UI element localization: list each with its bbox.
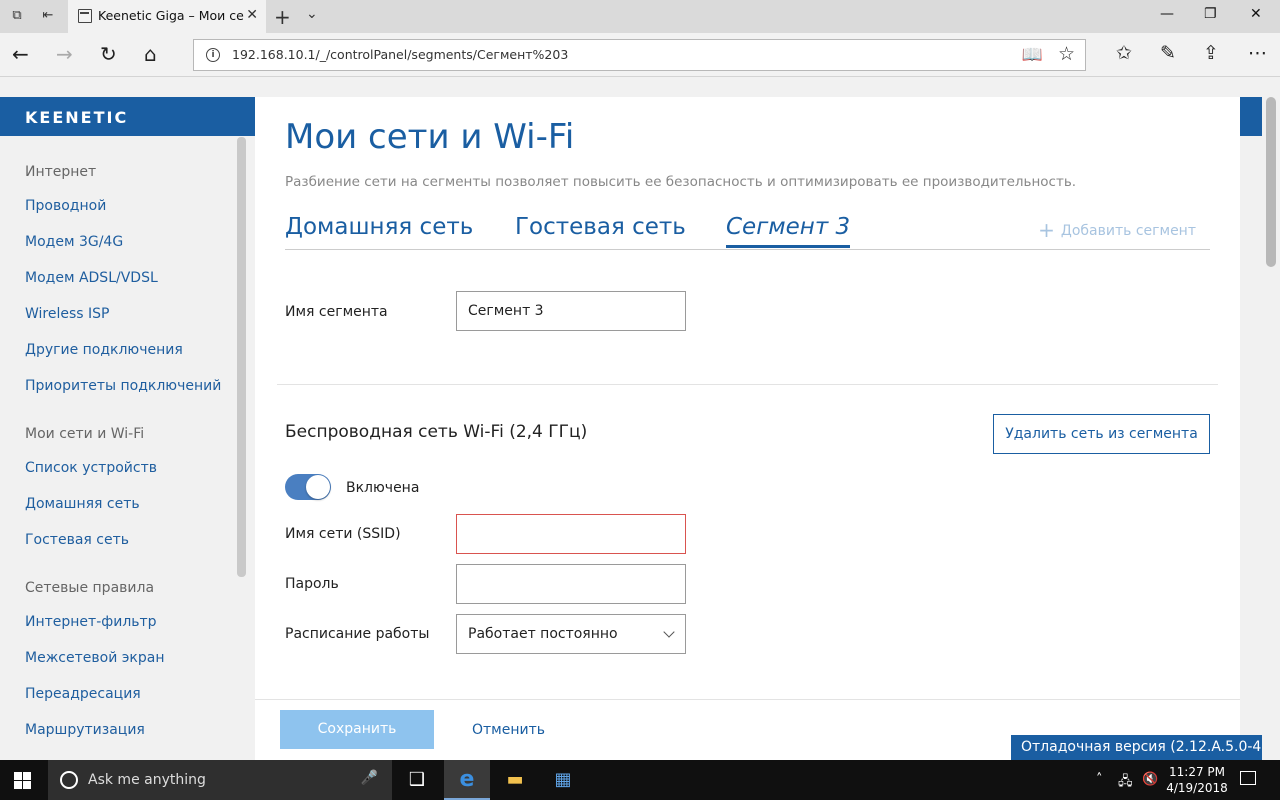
cortana-icon — [60, 771, 78, 789]
browser-tab[interactable]: Keenetic Giga – Мои се ✕ — [68, 0, 266, 33]
app-icon[interactable]: ▦ — [540, 760, 586, 800]
password-input[interactable] — [456, 564, 686, 604]
clock-date: 4/19/2018 — [1166, 781, 1228, 795]
toggle-knob — [306, 475, 330, 499]
tab-preview-chevron-icon[interactable]: ⌄ — [306, 6, 318, 22]
sidebar-item-connection-priorities[interactable]: Приоритеты подключений — [25, 378, 221, 394]
reading-view-icon[interactable]: 📖 — [1022, 45, 1043, 65]
segment-name-label: Имя сегмента — [285, 304, 388, 320]
network-icon[interactable]: 🖧 — [1118, 772, 1133, 794]
sidebar-item-wireless-isp[interactable]: Wireless ISP — [25, 306, 110, 322]
tab-aside-icon[interactable]: ⇤ — [40, 8, 56, 24]
sidebar-item-device-list[interactable]: Список устройств — [25, 460, 157, 476]
save-button[interactable]: Сохранить — [280, 710, 434, 749]
segment-tabs: Домашняя сеть Гостевая сеть Сегмент 3 + Д… — [285, 212, 1210, 250]
taskbar-clock[interactable]: 11:27 PM 4/19/2018 — [1162, 764, 1232, 796]
remove-network-button[interactable]: Удалить сеть из сегмента — [993, 414, 1210, 454]
wifi-enable-toggle[interactable] — [285, 474, 331, 500]
site-info-icon[interactable]: i — [206, 48, 220, 62]
page-favicon-icon — [78, 9, 92, 23]
tray-chevron-up-icon[interactable]: ˄ — [1096, 772, 1103, 787]
sidebar-section-my-networks: Мои сети и Wi-Fi — [25, 426, 145, 442]
restore-icon[interactable]: ❐ — [1204, 6, 1217, 22]
schedule-select-value: Работает постоянно — [468, 626, 618, 642]
sidebar-item-firewall[interactable]: Межсетевой экран — [25, 650, 165, 666]
browser-tab-bar: ⧉ ⇤ Keenetic Giga – Мои се ✕ + ⌄ — ❐ ✕ — [0, 0, 1280, 33]
sidebar-item-modem-adsl[interactable]: Модем ADSL/VDSL — [25, 270, 158, 286]
new-tab-icon[interactable]: + — [274, 5, 291, 29]
ssid-label: Имя сети (SSID) — [285, 526, 401, 542]
sidebar-item-routing[interactable]: Маршрутизация — [25, 722, 145, 738]
sidebar-item-wired[interactable]: Проводной — [25, 198, 106, 214]
content-panel: Мои сети и Wi-Fi Разбиение сети на сегме… — [255, 97, 1240, 760]
tab-close-icon[interactable]: ✕ — [246, 7, 258, 23]
sidebar-item-home-network[interactable]: Домашняя сеть — [25, 496, 140, 512]
router-web-page: KEENETIC Интернет Проводной Модем 3G/4G … — [0, 77, 1280, 760]
tab-manager-icon[interactable]: ⧉ — [9, 8, 25, 24]
more-icon[interactable]: ⋯ — [1248, 42, 1267, 64]
browser-tab-title: Keenetic Giga – Мои се — [98, 8, 244, 23]
sidebar: Интернет Проводной Модем 3G/4G Модем ADS… — [0, 136, 236, 760]
schedule-select[interactable]: Работает постоянно — [456, 614, 686, 654]
add-segment-label: Добавить сегмент — [1060, 223, 1196, 239]
task-view-icon[interactable]: ❑ — [394, 760, 440, 800]
cancel-button[interactable]: Отменить — [472, 722, 545, 738]
schedule-label: Расписание работы — [285, 626, 430, 642]
wifi-enable-label: Включена — [346, 480, 420, 496]
sidebar-item-other-connections[interactable]: Другие подключения — [25, 342, 183, 358]
refresh-icon[interactable]: ↻ — [100, 43, 117, 65]
clock-time: 11:27 PM — [1169, 765, 1225, 779]
back-icon[interactable]: ← — [12, 43, 29, 65]
minimize-icon[interactable]: — — [1160, 6, 1174, 22]
ssid-input[interactable] — [456, 514, 686, 554]
plus-icon: + — [1038, 218, 1055, 242]
keenetic-logo[interactable]: KEENETIC — [25, 108, 128, 127]
add-segment-button[interactable]: + Добавить сегмент — [1038, 218, 1196, 242]
microphone-icon[interactable]: 🎤 — [361, 770, 378, 786]
sidebar-item-port-forwarding[interactable]: Переадресация — [25, 686, 141, 702]
window-close-icon[interactable]: ✕ — [1250, 6, 1262, 22]
debug-version-badge: Отладочная версия (2.12.A.5.0-4) — [1011, 735, 1280, 760]
volume-muted-icon[interactable]: 🔇 — [1142, 772, 1158, 787]
page-scrollbar[interactable] — [1262, 77, 1280, 760]
wifi-section-title: Беспроводная сеть Wi-Fi (2,4 ГГц) — [285, 422, 588, 442]
footer-divider — [255, 699, 1240, 700]
share-icon[interactable]: ⇪ — [1203, 42, 1219, 64]
taskbar-search-box[interactable]: Ask me anything 🎤 — [48, 760, 392, 800]
sidebar-item-internet-filter[interactable]: Интернет-фильтр — [25, 614, 157, 630]
favorite-star-icon[interactable]: ☆ — [1058, 43, 1075, 65]
sidebar-scrollbar[interactable] — [237, 137, 246, 577]
page-description: Разбиение сети на сегменты позволяет пов… — [285, 174, 1077, 190]
favorites-hub-icon[interactable]: ✩ — [1116, 42, 1132, 64]
page-title: Мои сети и Wi-Fi — [285, 117, 575, 157]
edge-browser-icon[interactable]: e — [444, 760, 490, 800]
sidebar-item-modem-3g4g[interactable]: Модем 3G/4G — [25, 234, 123, 250]
browser-toolbar: ← → ↻ ⌂ i 192.168.10.1/_/controlPanel/se… — [0, 33, 1280, 77]
section-divider — [277, 384, 1218, 385]
password-label: Пароль — [285, 576, 339, 592]
chevron-down-icon — [663, 626, 675, 638]
tab-guest-network[interactable]: Гостевая сеть — [515, 214, 686, 245]
sidebar-item-guest-network[interactable]: Гостевая сеть — [25, 532, 129, 548]
windows-start-icon[interactable] — [14, 772, 31, 789]
web-note-icon[interactable]: ✎ — [1160, 42, 1176, 64]
taskbar-search-placeholder: Ask me anything — [88, 772, 206, 788]
address-url[interactable]: 192.168.10.1/_/controlPanel/segments/Сег… — [232, 47, 568, 62]
sidebar-section-internet: Интернет — [25, 164, 97, 180]
page-scrollbar-thumb[interactable] — [1266, 97, 1276, 267]
home-icon[interactable]: ⌂ — [144, 43, 157, 65]
tab-home-network[interactable]: Домашняя сеть — [285, 214, 473, 245]
sidebar-section-network-rules: Сетевые правила — [25, 580, 155, 596]
segment-name-input[interactable]: Сегмент 3 — [456, 291, 686, 331]
action-center-icon[interactable] — [1240, 771, 1256, 785]
forward-icon[interactable]: → — [56, 43, 73, 65]
windows-taskbar: Ask me anything 🎤 ❑ e ▬ ▦ ˄ 🖧 🔇 11:27 PM… — [0, 760, 1280, 800]
file-explorer-icon[interactable]: ▬ — [492, 760, 538, 800]
tab-segment-3[interactable]: Сегмент 3 — [726, 214, 851, 248]
address-bar[interactable]: i 192.168.10.1/_/controlPanel/segments/С… — [193, 39, 1086, 71]
